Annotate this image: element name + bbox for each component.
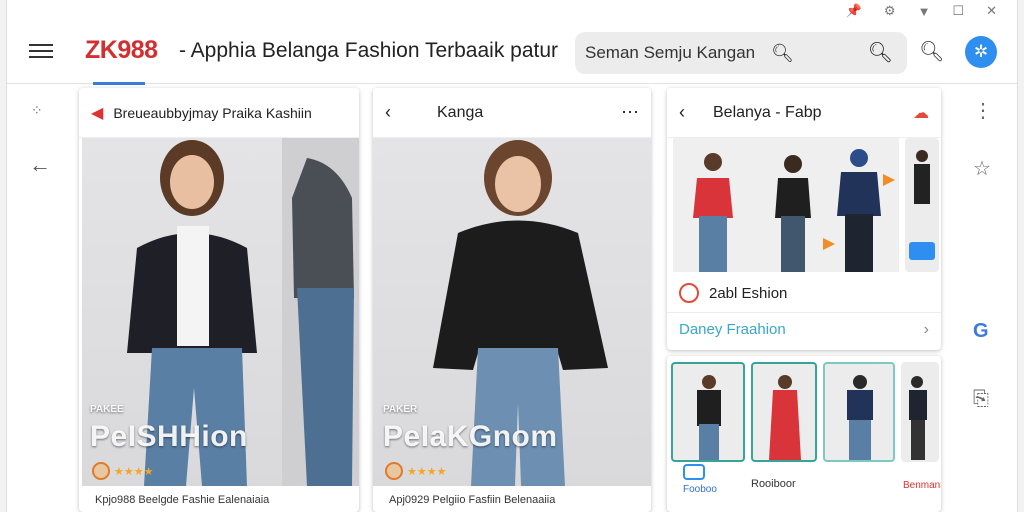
thumb-model: [847, 375, 873, 460]
watermark-label: PAKER: [383, 404, 418, 415]
settings-icon[interactable]: ⚙: [884, 3, 896, 19]
more-horiz-icon[interactable]: ⋯: [621, 102, 639, 123]
avatar[interactable]: ✲: [965, 36, 997, 68]
more-vert-icon[interactable]: ⋮: [973, 98, 993, 123]
shop-icon[interactable]: [683, 464, 705, 480]
maximize-icon[interactable]: ☐: [952, 3, 964, 19]
search-icon[interactable]: 🔍︎: [771, 43, 794, 64]
pin-icon: 📌: [845, 3, 862, 18]
store-card[interactable]: ‹ Belanya - Fabp ☁ 2abl Eshion Daney Fra…: [667, 88, 941, 350]
cloud-icon[interactable]: ☁: [913, 103, 929, 123]
thumb-model: [909, 376, 927, 460]
app-window: 📌 ⚙ ▼ ☐ ✕ ZK988 - Apphia Belanga Fashion…: [6, 0, 1018, 512]
side-model: [909, 150, 935, 260]
bottom-label-2[interactable]: Rooiboor: [751, 478, 796, 490]
chevron-right-icon: ›: [923, 320, 929, 338]
bookmark-icon[interactable]: ⎘: [973, 388, 989, 411]
rating-badge: ★★★★: [385, 462, 446, 480]
product-card-2[interactable]: ‹ Kanga ⋯ PAKER PeIaKGnom ★★★★ Apj0929 P…: [373, 88, 651, 512]
product-photo[interactable]: PAKEE PeISHHion ★★★★: [82, 138, 359, 486]
store-banner-photo[interactable]: [673, 138, 899, 272]
watermark-title: PeISHHion: [90, 420, 248, 453]
product-thumb[interactable]: [671, 362, 745, 462]
shop-logo-icon: [92, 462, 110, 480]
product-thumb[interactable]: [901, 362, 939, 462]
back-chevron-icon[interactable]: ‹: [385, 102, 391, 123]
search-bar[interactable]: 🔍︎ 🔍︎: [575, 32, 907, 74]
product-thumb[interactable]: [823, 362, 895, 462]
watermark-title: PeIaKGnom: [383, 420, 558, 453]
card-header-title: Belanya - Fabp: [713, 103, 822, 121]
card-header-title: Breueaubbyjmay Praika Kashiin: [113, 104, 312, 121]
rating-badge: ★★★★: [92, 462, 153, 480]
rating-stars: ★★★★: [114, 465, 154, 478]
rating-stars: ★★★★: [407, 465, 447, 478]
search-input[interactable]: [585, 43, 765, 63]
product-caption: Kpjo988 Beelgde Fashie Ealenaiaia: [95, 494, 270, 506]
back-arrow-icon[interactable]: ←: [29, 152, 51, 178]
back-icon[interactable]: ◀: [91, 103, 103, 123]
close-icon[interactable]: ✕: [986, 3, 997, 19]
thumb-model: [697, 375, 721, 460]
store-link: Daney Fraahion: [679, 321, 786, 338]
bottom-label-1[interactable]: Fooboo: [683, 484, 717, 495]
apps-grid-icon[interactable]: ⁘: [31, 102, 44, 119]
card-header: ◀ Breueaubbyjmay Praika Kashiin: [79, 88, 359, 138]
search-icon[interactable]: 🔍︎: [919, 39, 944, 64]
product-thumb[interactable]: [751, 362, 817, 462]
page-title: - Apphia Belanga Fashion Terbaaik patur: [179, 39, 559, 62]
bottom-label-3[interactable]: Benmans: [903, 480, 941, 491]
google-icon[interactable]: G: [973, 320, 989, 343]
store-logo-icon: [679, 283, 699, 303]
store-name-row[interactable]: 2abl Eshion: [667, 276, 941, 310]
store-models: [693, 149, 895, 272]
watermark-label: PAKEE: [90, 404, 124, 415]
product-card-1[interactable]: ◀ Breueaubbyjmay Praika Kashiin PAKEE Pe…: [79, 88, 359, 512]
left-rail: ⁘ ←: [7, 84, 75, 512]
card-header: ‹ Belanya - Fabp ☁: [667, 88, 941, 138]
menu-icon[interactable]: [29, 40, 53, 60]
wifi-icon: ▼: [917, 3, 931, 19]
brand-logo[interactable]: ZK988: [85, 36, 158, 65]
active-tab-indicator: [93, 82, 145, 85]
store-link-row[interactable]: Daney Fraahion ›: [667, 312, 941, 346]
product-photo[interactable]: PAKER PeIaKGnom ★★★★: [373, 138, 651, 486]
card-header: ‹ Kanga ⋯: [373, 88, 651, 138]
card-header-title: Kanga: [437, 103, 484, 121]
product-caption: Apj0929 Pelgiio Fasfiin Belenaaiia: [389, 494, 556, 506]
system-bar: 📌 ⚙ ▼ ☐ ✕: [7, 0, 1017, 22]
shop-logo-icon: [385, 462, 403, 480]
top-app-bar: ZK988 - Apphia Belanga Fashion Terbaaik …: [7, 22, 1017, 84]
search-submit-icon[interactable]: 🔍︎: [868, 40, 893, 65]
star-icon[interactable]: ☆: [973, 156, 991, 181]
thumb-model: [769, 375, 801, 460]
store-name: 2abl Eshion: [709, 284, 788, 302]
right-rail: ⋮ ☆ G ⎘: [947, 84, 1017, 512]
product-grid-card: Fooboo Rooiboor Benmans: [667, 356, 941, 512]
back-chevron-icon[interactable]: ‹: [679, 102, 685, 123]
store-side-thumb[interactable]: [905, 138, 939, 272]
